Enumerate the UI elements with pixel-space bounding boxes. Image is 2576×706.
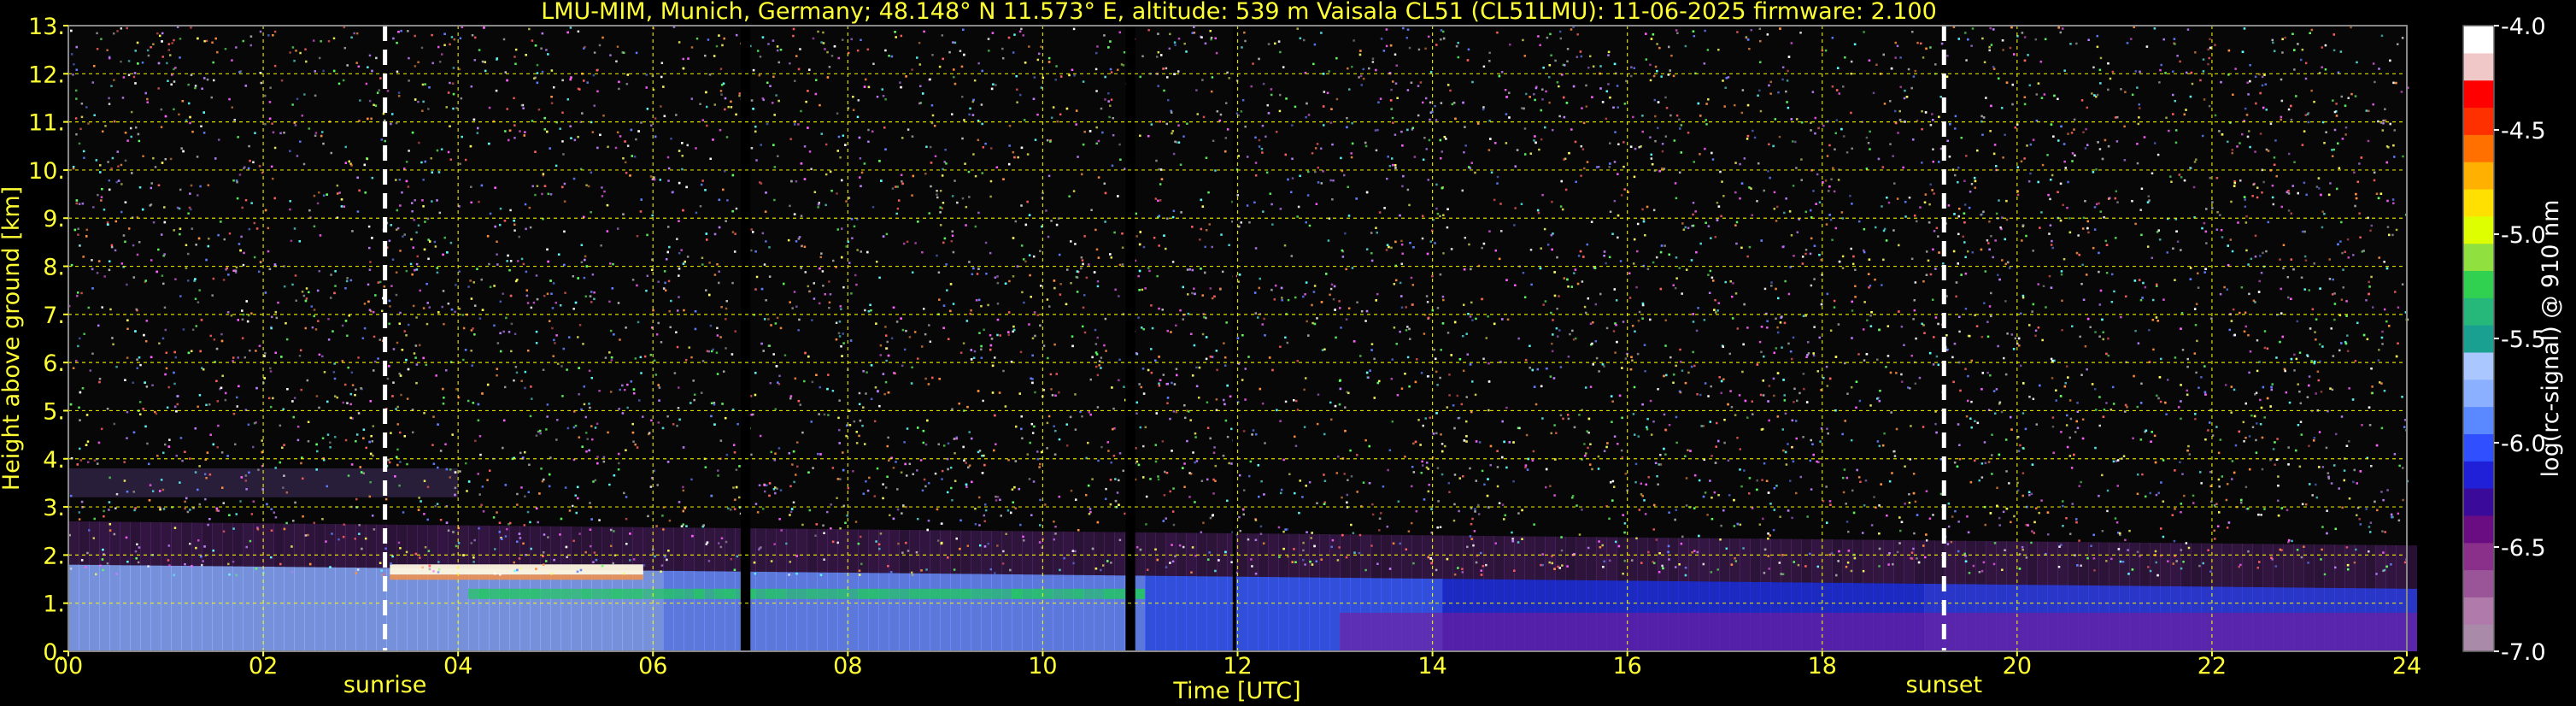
- x-axis-label: Time [UTC]: [1172, 678, 1300, 704]
- colorbar: [2462, 25, 2495, 652]
- y-axis-label: Height above ground [km]: [0, 186, 25, 491]
- colorbar-swatch: [2463, 325, 2494, 353]
- x-tick-label: 22: [2198, 653, 2227, 680]
- colorbar-swatch: [2463, 379, 2494, 408]
- x-tick-label: 02: [249, 653, 278, 680]
- colorbar-swatch: [2463, 624, 2494, 652]
- colorbar-swatch: [2463, 215, 2494, 244]
- colorbar-swatch: [2463, 406, 2494, 434]
- y-tick-label: 2.: [43, 543, 65, 569]
- colorbar-swatch: [2463, 134, 2494, 162]
- chart-title: LMU-MIM, Munich, Germany; 48.148° N 11.5…: [541, 0, 1937, 25]
- colorbar-swatch: [2463, 542, 2494, 571]
- colorbar-swatch: [2463, 79, 2494, 109]
- y-tick-label: 10.: [28, 158, 65, 185]
- y-tick-label: 6.: [43, 350, 65, 377]
- y-tick-label: 7.: [43, 303, 65, 329]
- colorbar-swatch: [2463, 461, 2494, 489]
- y-tick-label: 1.: [43, 591, 65, 618]
- colorbar-swatch: [2463, 52, 2494, 81]
- colorbar-swatch: [2463, 297, 2494, 326]
- colorbar-tick-label: -4.0: [2501, 14, 2546, 40]
- plot-area: sunrise sunset: [67, 25, 2417, 698]
- x-tick-label: 18: [1808, 653, 1837, 680]
- colorbar-swatch: [2463, 488, 2494, 516]
- colorbar-label: log(rc-signal) @ 910 nm: [2538, 200, 2564, 478]
- y-tick-label: 5.: [43, 398, 65, 425]
- colorbar-swatch: [2463, 569, 2494, 597]
- x-tick-label: 20: [2003, 653, 2032, 680]
- y-tick-label: 4.: [43, 447, 65, 474]
- colorbar-swatch: [2463, 515, 2494, 544]
- colorbar-swatch: [2463, 162, 2494, 190]
- colorbar-swatch: [2463, 351, 2494, 380]
- colorbar-swatch: [2463, 243, 2494, 272]
- x-tick-label: 10: [1028, 653, 1057, 680]
- ceilometer-chart: LMU-MIM, Munich, Germany; 48.148° N 11.5…: [0, 0, 2576, 706]
- x-tick-label: 08: [833, 653, 862, 680]
- x-tick-label: 16: [1612, 653, 1641, 680]
- x-tick-label: 06: [638, 653, 667, 680]
- y-tick-label: 13.: [28, 14, 65, 40]
- colorbar-swatch: [2463, 433, 2494, 462]
- event-label-sunset: sunset: [1906, 672, 1983, 698]
- colorbar-swatch: [2463, 188, 2494, 217]
- colorbar-tick-label: -6.5: [2501, 535, 2546, 562]
- colorbar-swatch: [2463, 107, 2494, 135]
- x-tick-label: 12: [1223, 653, 1252, 680]
- colorbar-tick-label: -7.0: [2501, 639, 2546, 666]
- x-tick-label: 00: [54, 653, 83, 680]
- y-tick-label: 8.: [43, 255, 65, 281]
- y-tick-label: 11.: [28, 110, 65, 137]
- colorbar-swatch: [2463, 26, 2494, 54]
- y-tick-label: 3.: [43, 495, 65, 521]
- colorbar-swatch: [2463, 597, 2494, 625]
- colorbar-swatch: [2463, 270, 2494, 298]
- x-tick-label: 04: [443, 653, 472, 680]
- x-tick-label: 14: [1417, 653, 1446, 680]
- y-tick-label: 12.: [28, 62, 65, 88]
- event-label-sunrise: sunrise: [343, 672, 427, 698]
- y-tick-label: 9.: [43, 206, 65, 232]
- x-tick-label: 24: [2392, 653, 2421, 680]
- colorbar-tick-label: -4.5: [2501, 118, 2546, 144]
